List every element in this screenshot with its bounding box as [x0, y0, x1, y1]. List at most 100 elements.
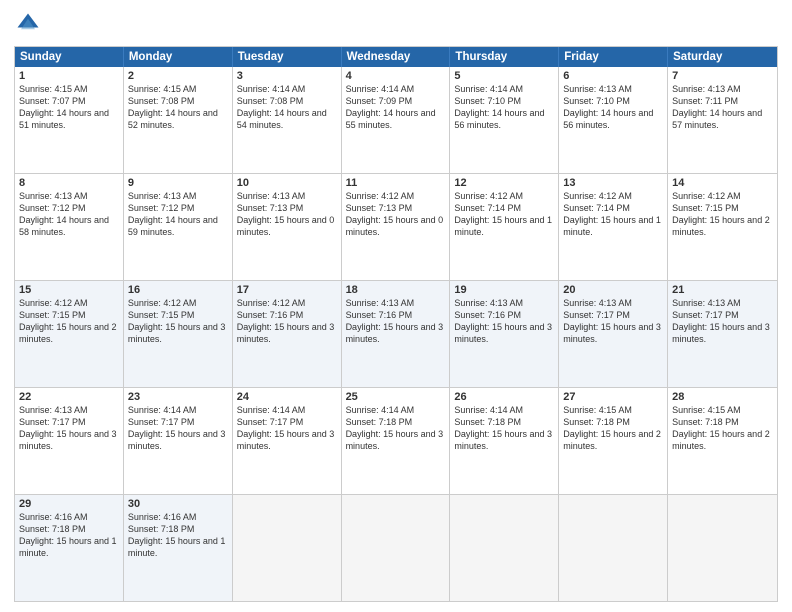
day-text-23: Sunrise: 4:14 AM Sunset: 7:17 PM Dayligh…	[128, 404, 228, 453]
day-num-27: 27	[563, 391, 663, 403]
day-text-1: Sunrise: 4:15 AM Sunset: 7:07 PM Dayligh…	[19, 83, 119, 132]
day-text-2: Sunrise: 4:15 AM Sunset: 7:08 PM Dayligh…	[128, 83, 228, 132]
day-text-3: Sunrise: 4:14 AM Sunset: 7:08 PM Dayligh…	[237, 83, 337, 132]
day-text-12: Sunrise: 4:12 AM Sunset: 7:14 PM Dayligh…	[454, 190, 554, 239]
day-num-21: 21	[672, 284, 773, 296]
calendar-week-1: 8Sunrise: 4:13 AM Sunset: 7:12 PM Daylig…	[15, 173, 777, 280]
calendar-week-0: 1Sunrise: 4:15 AM Sunset: 7:07 PM Daylig…	[15, 67, 777, 173]
cal-cell-13: 13Sunrise: 4:12 AM Sunset: 7:14 PM Dayli…	[559, 174, 668, 280]
day-text-7: Sunrise: 4:13 AM Sunset: 7:11 PM Dayligh…	[672, 83, 773, 132]
cal-cell-empty-w4-3	[342, 495, 451, 601]
day-num-25: 25	[346, 391, 446, 403]
day-text-29: Sunrise: 4:16 AM Sunset: 7:18 PM Dayligh…	[19, 511, 119, 560]
day-num-8: 8	[19, 177, 119, 189]
day-num-18: 18	[346, 284, 446, 296]
cal-cell-10: 10Sunrise: 4:13 AM Sunset: 7:13 PM Dayli…	[233, 174, 342, 280]
cal-cell-26: 26Sunrise: 4:14 AM Sunset: 7:18 PM Dayli…	[450, 388, 559, 494]
cal-cell-8: 8Sunrise: 4:13 AM Sunset: 7:12 PM Daylig…	[15, 174, 124, 280]
day-text-6: Sunrise: 4:13 AM Sunset: 7:10 PM Dayligh…	[563, 83, 663, 132]
cal-cell-empty-w4-2	[233, 495, 342, 601]
day-num-28: 28	[672, 391, 773, 403]
day-text-4: Sunrise: 4:14 AM Sunset: 7:09 PM Dayligh…	[346, 83, 446, 132]
day-text-8: Sunrise: 4:13 AM Sunset: 7:12 PM Dayligh…	[19, 190, 119, 239]
day-text-9: Sunrise: 4:13 AM Sunset: 7:12 PM Dayligh…	[128, 190, 228, 239]
day-text-22: Sunrise: 4:13 AM Sunset: 7:17 PM Dayligh…	[19, 404, 119, 453]
calendar-week-3: 22Sunrise: 4:13 AM Sunset: 7:17 PM Dayli…	[15, 387, 777, 494]
cal-cell-9: 9Sunrise: 4:13 AM Sunset: 7:12 PM Daylig…	[124, 174, 233, 280]
day-num-2: 2	[128, 70, 228, 82]
day-text-24: Sunrise: 4:14 AM Sunset: 7:17 PM Dayligh…	[237, 404, 337, 453]
day-num-3: 3	[237, 70, 337, 82]
day-text-28: Sunrise: 4:15 AM Sunset: 7:18 PM Dayligh…	[672, 404, 773, 453]
cal-cell-23: 23Sunrise: 4:14 AM Sunset: 7:17 PM Dayli…	[124, 388, 233, 494]
header-cell-wednesday: Wednesday	[342, 47, 451, 67]
cal-cell-5: 5Sunrise: 4:14 AM Sunset: 7:10 PM Daylig…	[450, 67, 559, 173]
day-num-13: 13	[563, 177, 663, 189]
cal-cell-19: 19Sunrise: 4:13 AM Sunset: 7:16 PM Dayli…	[450, 281, 559, 387]
day-num-6: 6	[563, 70, 663, 82]
cal-cell-14: 14Sunrise: 4:12 AM Sunset: 7:15 PM Dayli…	[668, 174, 777, 280]
day-num-22: 22	[19, 391, 119, 403]
day-num-12: 12	[454, 177, 554, 189]
cal-cell-29: 29Sunrise: 4:16 AM Sunset: 7:18 PM Dayli…	[15, 495, 124, 601]
logo	[14, 10, 46, 38]
header-cell-saturday: Saturday	[668, 47, 777, 67]
cal-cell-empty-w4-4	[450, 495, 559, 601]
calendar-body: 1Sunrise: 4:15 AM Sunset: 7:07 PM Daylig…	[15, 67, 777, 601]
cal-cell-12: 12Sunrise: 4:12 AM Sunset: 7:14 PM Dayli…	[450, 174, 559, 280]
cal-cell-25: 25Sunrise: 4:14 AM Sunset: 7:18 PM Dayli…	[342, 388, 451, 494]
day-text-17: Sunrise: 4:12 AM Sunset: 7:16 PM Dayligh…	[237, 297, 337, 346]
cal-cell-30: 30Sunrise: 4:16 AM Sunset: 7:18 PM Dayli…	[124, 495, 233, 601]
cal-cell-16: 16Sunrise: 4:12 AM Sunset: 7:15 PM Dayli…	[124, 281, 233, 387]
day-num-16: 16	[128, 284, 228, 296]
day-num-11: 11	[346, 177, 446, 189]
header-cell-friday: Friday	[559, 47, 668, 67]
header-cell-monday: Monday	[124, 47, 233, 67]
day-text-25: Sunrise: 4:14 AM Sunset: 7:18 PM Dayligh…	[346, 404, 446, 453]
day-num-7: 7	[672, 70, 773, 82]
cal-cell-17: 17Sunrise: 4:12 AM Sunset: 7:16 PM Dayli…	[233, 281, 342, 387]
cal-cell-3: 3Sunrise: 4:14 AM Sunset: 7:08 PM Daylig…	[233, 67, 342, 173]
calendar: SundayMondayTuesdayWednesdayThursdayFrid…	[14, 46, 778, 602]
cal-cell-1: 1Sunrise: 4:15 AM Sunset: 7:07 PM Daylig…	[15, 67, 124, 173]
day-text-5: Sunrise: 4:14 AM Sunset: 7:10 PM Dayligh…	[454, 83, 554, 132]
cal-cell-18: 18Sunrise: 4:13 AM Sunset: 7:16 PM Dayli…	[342, 281, 451, 387]
calendar-header-row: SundayMondayTuesdayWednesdayThursdayFrid…	[15, 47, 777, 67]
page: SundayMondayTuesdayWednesdayThursdayFrid…	[0, 0, 792, 612]
day-text-27: Sunrise: 4:15 AM Sunset: 7:18 PM Dayligh…	[563, 404, 663, 453]
day-text-10: Sunrise: 4:13 AM Sunset: 7:13 PM Dayligh…	[237, 190, 337, 239]
day-text-15: Sunrise: 4:12 AM Sunset: 7:15 PM Dayligh…	[19, 297, 119, 346]
day-text-16: Sunrise: 4:12 AM Sunset: 7:15 PM Dayligh…	[128, 297, 228, 346]
day-num-26: 26	[454, 391, 554, 403]
cal-cell-22: 22Sunrise: 4:13 AM Sunset: 7:17 PM Dayli…	[15, 388, 124, 494]
cal-cell-4: 4Sunrise: 4:14 AM Sunset: 7:09 PM Daylig…	[342, 67, 451, 173]
cal-cell-2: 2Sunrise: 4:15 AM Sunset: 7:08 PM Daylig…	[124, 67, 233, 173]
day-num-5: 5	[454, 70, 554, 82]
day-num-14: 14	[672, 177, 773, 189]
day-text-26: Sunrise: 4:14 AM Sunset: 7:18 PM Dayligh…	[454, 404, 554, 453]
day-num-24: 24	[237, 391, 337, 403]
day-num-17: 17	[237, 284, 337, 296]
cal-cell-28: 28Sunrise: 4:15 AM Sunset: 7:18 PM Dayli…	[668, 388, 777, 494]
cal-cell-empty-w4-6	[668, 495, 777, 601]
day-text-21: Sunrise: 4:13 AM Sunset: 7:17 PM Dayligh…	[672, 297, 773, 346]
day-num-23: 23	[128, 391, 228, 403]
day-num-10: 10	[237, 177, 337, 189]
header-cell-sunday: Sunday	[15, 47, 124, 67]
cal-cell-7: 7Sunrise: 4:13 AM Sunset: 7:11 PM Daylig…	[668, 67, 777, 173]
day-num-29: 29	[19, 498, 119, 510]
day-num-30: 30	[128, 498, 228, 510]
day-num-4: 4	[346, 70, 446, 82]
day-num-1: 1	[19, 70, 119, 82]
cal-cell-27: 27Sunrise: 4:15 AM Sunset: 7:18 PM Dayli…	[559, 388, 668, 494]
day-text-14: Sunrise: 4:12 AM Sunset: 7:15 PM Dayligh…	[672, 190, 773, 239]
header	[14, 10, 778, 38]
day-num-9: 9	[128, 177, 228, 189]
cal-cell-24: 24Sunrise: 4:14 AM Sunset: 7:17 PM Dayli…	[233, 388, 342, 494]
day-num-19: 19	[454, 284, 554, 296]
day-num-15: 15	[19, 284, 119, 296]
header-cell-thursday: Thursday	[450, 47, 559, 67]
cal-cell-empty-w4-5	[559, 495, 668, 601]
day-text-13: Sunrise: 4:12 AM Sunset: 7:14 PM Dayligh…	[563, 190, 663, 239]
cal-cell-15: 15Sunrise: 4:12 AM Sunset: 7:15 PM Dayli…	[15, 281, 124, 387]
